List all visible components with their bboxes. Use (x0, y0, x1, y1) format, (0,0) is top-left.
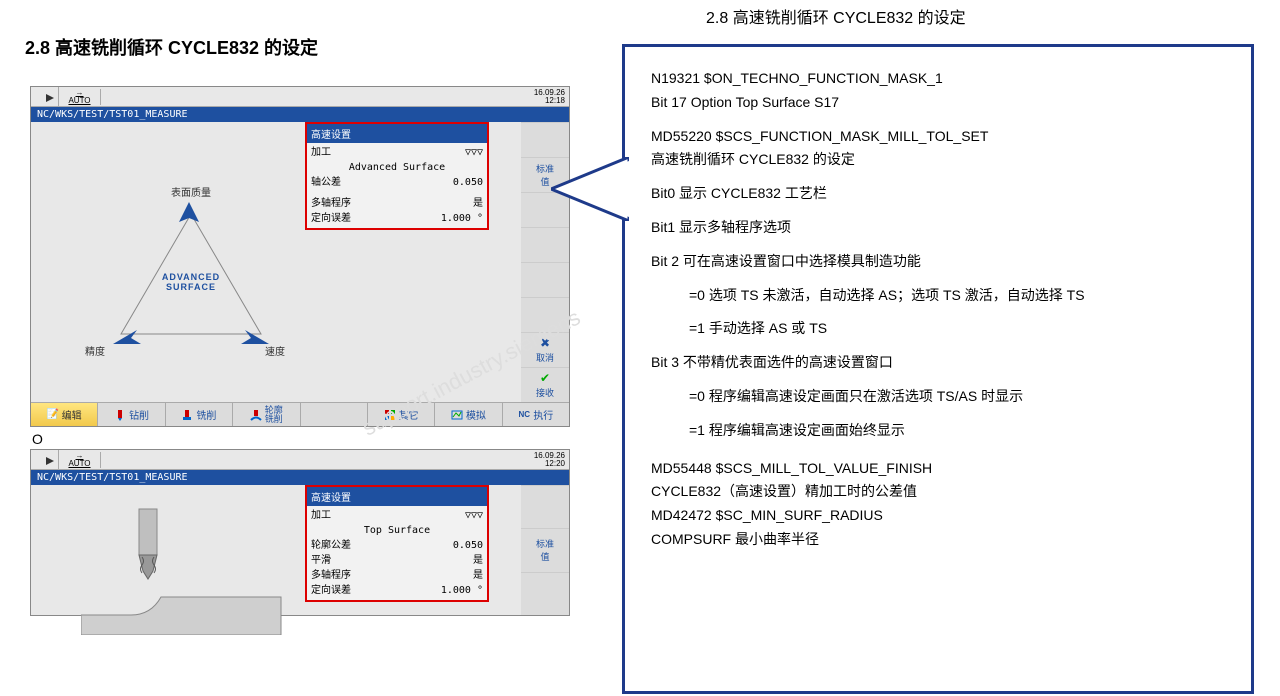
workpiece-graphic (81, 505, 301, 635)
co-l7a: =0 选项 TS 未激活，自动选择 AS；选项 TS 激活，自动选择 TS (651, 284, 1231, 308)
softkey-r1[interactable] (521, 485, 569, 528)
contour-icon (250, 409, 262, 421)
page-header-right: 2.8 高速铣削循环 CYCLE832 的设定 (706, 4, 966, 28)
callout-pointer-icon (551, 157, 629, 221)
co-l12: COMPSURF 最小曲率半径 (651, 531, 819, 547)
softkey-r5[interactable] (521, 262, 569, 297)
co-l9: MD55448 $SCS_MILL_TOL_VALUE_FINISH (651, 460, 932, 476)
co-l11: MD42472 $SC_MIN_SURF_RADIUS (651, 507, 883, 523)
softkey-r-accept[interactable]: ✔ 接收 (521, 367, 569, 402)
softkey-r6[interactable] (521, 297, 569, 332)
sk-edit[interactable]: 📝编辑 (31, 403, 97, 426)
o-label: O (32, 431, 600, 447)
tri-bl: 精度 (85, 343, 105, 358)
softkey-r-cancel[interactable]: ✖ 取消 (521, 332, 569, 367)
time-label: 12:18 (534, 97, 565, 105)
program-path: NC/WKS/TEST/TST01_MEASURE (31, 107, 569, 122)
sk-execute[interactable]: NC执行 (502, 403, 569, 426)
co-l7b: =1 手动选择 AS 或 TS (651, 317, 1231, 341)
highspeed-dialog-2: 高速设置 加工▽▽▽ Top Surface 轮廓公差0.050 平滑是 多轴程… (305, 485, 489, 602)
left-column: → AUTO 16.09.26 12:18 NC/WKS/TEST/TST01_… (30, 86, 600, 616)
softkey-r3[interactable] (521, 572, 569, 615)
tri-center2: SURFACE (162, 282, 220, 292)
arrow-icon (31, 450, 59, 470)
co-l1: N19321 $ON_TECHNO_FUNCTION_MASK_1 (651, 70, 943, 86)
softkey-r1[interactable] (521, 122, 569, 157)
highspeed-dialog-1: 高速设置 加工▽▽▽ Advanced Surface 轴公差0.050 多轴程… (305, 122, 489, 230)
co-l8: Bit 3 不带精优表面选件的高速设置窗口 (651, 351, 1231, 375)
tri-br: 速度 (265, 343, 285, 358)
sk-simulate[interactable]: 模拟 (434, 403, 501, 426)
arrow-icon (31, 87, 59, 107)
simulate-icon (451, 409, 463, 421)
execute-icon: NC (518, 409, 530, 421)
sk-drill[interactable]: 钻削 (97, 403, 164, 426)
co-l8a: =0 程序编辑高速设定画面只在激活选项 TS/AS 时显示 (651, 385, 1231, 409)
co-l5: Bit0 显示 CYCLE832 工艺栏 (651, 182, 1231, 206)
drill-icon (114, 409, 126, 421)
mode-auto: → AUTO (59, 89, 101, 105)
co-l7: Bit 2 可在高速设置窗口中选择模具制造功能 (651, 250, 1231, 274)
co-l3: MD55220 $SCS_FUNCTION_MASK_MILL_TOL_SET (651, 128, 988, 144)
softkey-r-std[interactable]: 标准 值 (521, 528, 569, 571)
tri-top: 表面质量 (171, 184, 211, 199)
co-l4: 高速铣削循环 CYCLE832 的设定 (651, 151, 855, 167)
callout-box: N19321 $ON_TECHNO_FUNCTION_MASK_1 Bit 17… (622, 44, 1254, 694)
sk-contour-mill[interactable]: 轮廓 铣削 (232, 403, 299, 426)
co-l6: Bit1 显示多轴程序选项 (651, 216, 1231, 240)
close-icon: ✖ (540, 336, 550, 350)
cnc-screen-1: → AUTO 16.09.26 12:18 NC/WKS/TEST/TST01_… (30, 86, 570, 427)
check-icon: ✔ (540, 371, 550, 385)
softkey-r4[interactable] (521, 227, 569, 262)
sk-other[interactable]: 其它 (367, 403, 434, 426)
sk-mill[interactable]: 铣削 (165, 403, 232, 426)
dialog-title: 高速设置 (307, 124, 487, 143)
dialog-title: 高速设置 (307, 487, 487, 506)
co-l8b: =1 程序编辑高速设定画面始终显示 (651, 419, 1231, 443)
co-l2: Bit 17 Option Top Surface S17 (651, 94, 839, 110)
co-l10: CYCLE832（高速设置）精加工时的公差值 (651, 483, 917, 499)
other-icon (384, 409, 396, 421)
program-path: NC/WKS/TEST/TST01_MEASURE (31, 470, 569, 485)
cnc-screen-2: → AUTO 16.09.26 12:20 NC/WKS/TEST/TST01_… (30, 449, 570, 616)
sk-empty[interactable] (300, 403, 367, 426)
mode-auto: → AUTO (59, 452, 101, 468)
mill-icon (181, 409, 193, 421)
quality-triangle: 表面质量 精度 速度 ADVANCED SURFACE (91, 182, 291, 362)
tri-center1: ADVANCED (162, 272, 220, 282)
page-header-left: 2.8 高速铣削循环 CYCLE832 的设定 (25, 34, 318, 60)
edit-icon: 📝 (47, 409, 59, 421)
